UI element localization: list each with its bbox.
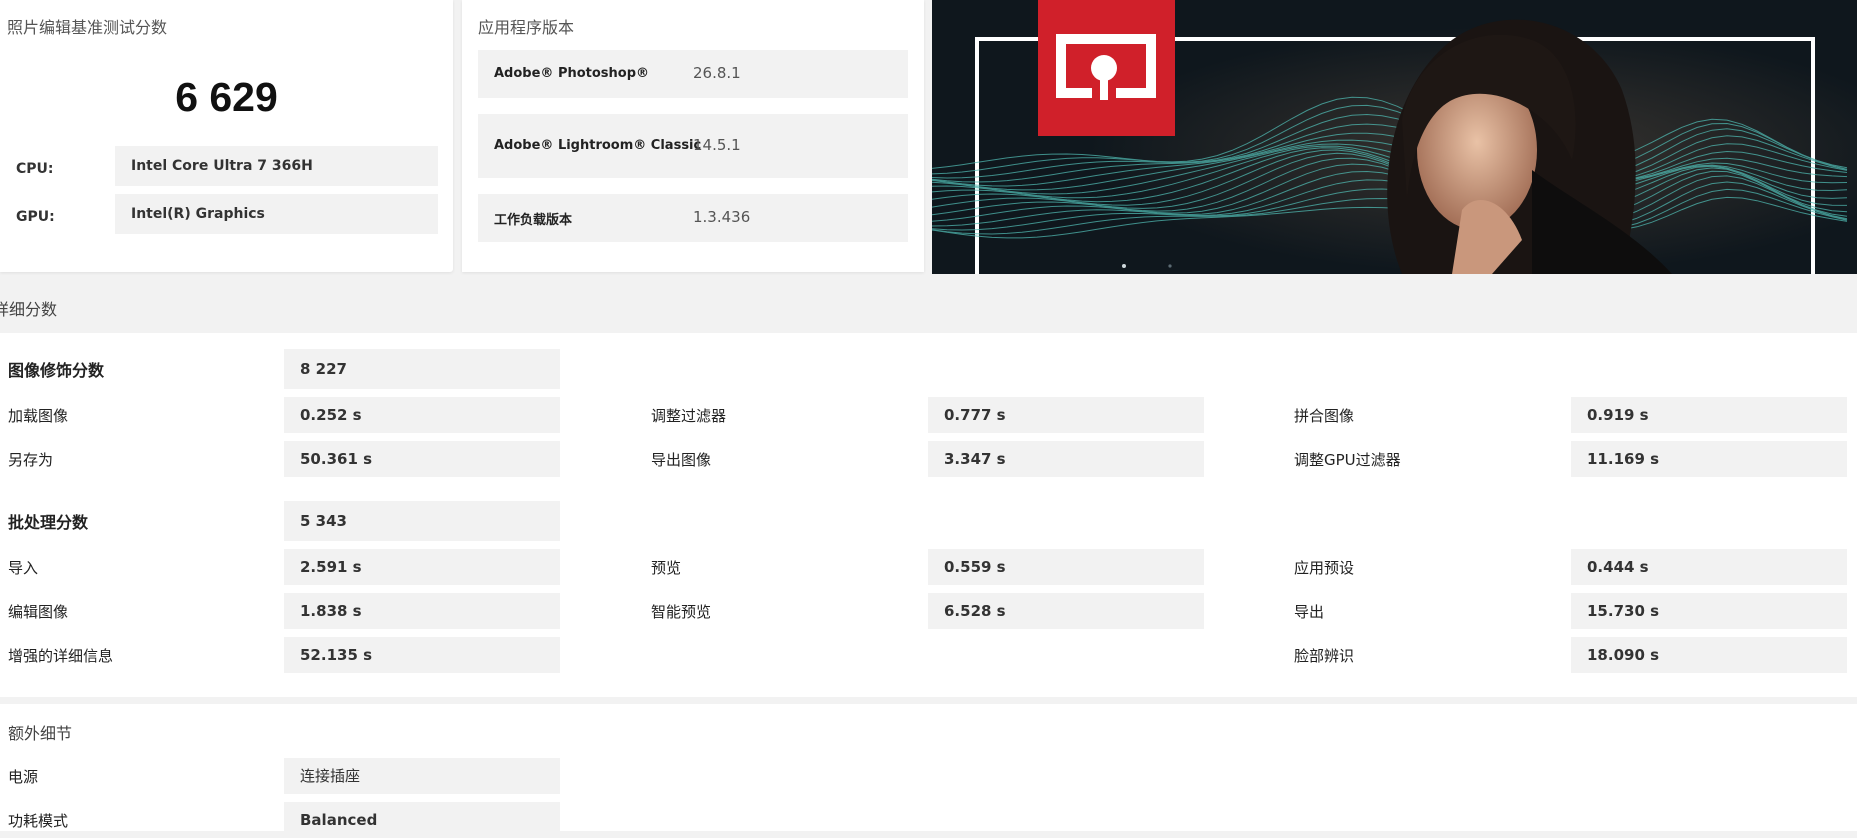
app-row-lightroom: Adobe® Lightroom® Classic 14.5.1 [478, 114, 908, 178]
overall-score: 6 629 [175, 74, 278, 120]
metric-value: 0.252 s [284, 397, 560, 433]
metric-label: 加载图像 [8, 407, 69, 425]
metric-label: 应用预设 [1294, 559, 1355, 577]
metric-label: 拼合图像 [1294, 407, 1355, 425]
metric-label: 导出 [1294, 603, 1325, 621]
metric-label: 预览 [651, 559, 682, 577]
metric-label: 脸部辨识 [1294, 647, 1355, 665]
app-row-workload: 工作负载版本 1.3.436 [478, 194, 908, 242]
metric-label: 导出图像 [651, 451, 712, 469]
metric-value: 15.730 s [1571, 593, 1847, 629]
power-source-value: 连接插座 [284, 758, 560, 794]
gpu-value: Intel(R) Graphics [115, 194, 438, 234]
metric-label: 调整过滤器 [651, 407, 727, 425]
app-name: Adobe® Photoshop® [494, 66, 650, 81]
power-source-label: 电源 [8, 768, 39, 786]
details-section-title: 详细分数 [0, 300, 58, 319]
metric-label: 调整GPU过滤器 [1294, 451, 1401, 469]
app-versions-card: 应用程序版本 Adobe® Photoshop® 26.8.1 Adobe® L… [462, 0, 924, 272]
metric-value: 18.090 s [1571, 637, 1847, 673]
carousel-dot [1168, 264, 1172, 268]
app-name: 工作负载版本 [494, 213, 573, 228]
cpu-label: CPU: [16, 161, 54, 177]
batch-score-label: 批处理分数 [8, 513, 89, 532]
metric-value: 0.777 s [928, 397, 1204, 433]
metric-label: 增强的详细信息 [8, 647, 114, 665]
app-version: 14.5.1 [693, 136, 741, 154]
app-versions-title: 应用程序版本 [478, 18, 575, 37]
metric-value: 2.591 s [284, 549, 560, 585]
extra-details-panel: 额外细节 电源 连接插座 功耗模式 Balanced [0, 704, 1857, 838]
metric-value: 50.361 s [284, 441, 560, 477]
metric-value: 0.444 s [1571, 549, 1847, 585]
metric-value: 6.528 s [928, 593, 1204, 629]
retouch-score-value: 8 227 [284, 349, 560, 389]
cpu-value: Intel Core Ultra 7 366H [115, 146, 438, 186]
detailed-scores-panel: 图像修饰分数 8 227 加载图像 0.252 s 调整过滤器 0.777 s … [0, 333, 1857, 697]
batch-score-value: 5 343 [284, 501, 560, 541]
metric-value: 0.559 s [928, 549, 1204, 585]
power-mode-label: 功耗模式 [8, 812, 69, 830]
retouch-score-label: 图像修饰分数 [8, 361, 105, 380]
extra-section-title: 额外细节 [8, 724, 73, 743]
metric-value: 1.838 s [284, 593, 560, 629]
metric-value: 11.169 s [1571, 441, 1847, 477]
metric-label: 导入 [8, 559, 39, 577]
app-version: 26.8.1 [693, 64, 741, 82]
metric-value: 52.135 s [284, 637, 560, 673]
metric-label: 编辑图像 [8, 603, 69, 621]
carousel-dot [1122, 264, 1126, 268]
banner-illustration [932, 0, 1857, 274]
gpu-label: GPU: [16, 209, 55, 225]
hero-banner-image [932, 0, 1857, 274]
metric-label: 智能预览 [651, 603, 712, 621]
metric-value: 3.347 s [928, 441, 1204, 477]
metric-value: 0.919 s [1571, 397, 1847, 433]
benchmark-score-card: 照片编辑基准测试分数 6 629 CPU: Intel Core Ultra 7… [0, 0, 453, 272]
app-name: Adobe® Lightroom® Classic [494, 138, 702, 153]
app-version: 1.3.436 [693, 208, 751, 226]
score-card-title: 照片编辑基准测试分数 [7, 18, 168, 37]
metric-label: 另存为 [8, 451, 54, 469]
app-row-photoshop: Adobe® Photoshop® 26.8.1 [478, 50, 908, 98]
power-mode-value: Balanced [284, 802, 560, 838]
